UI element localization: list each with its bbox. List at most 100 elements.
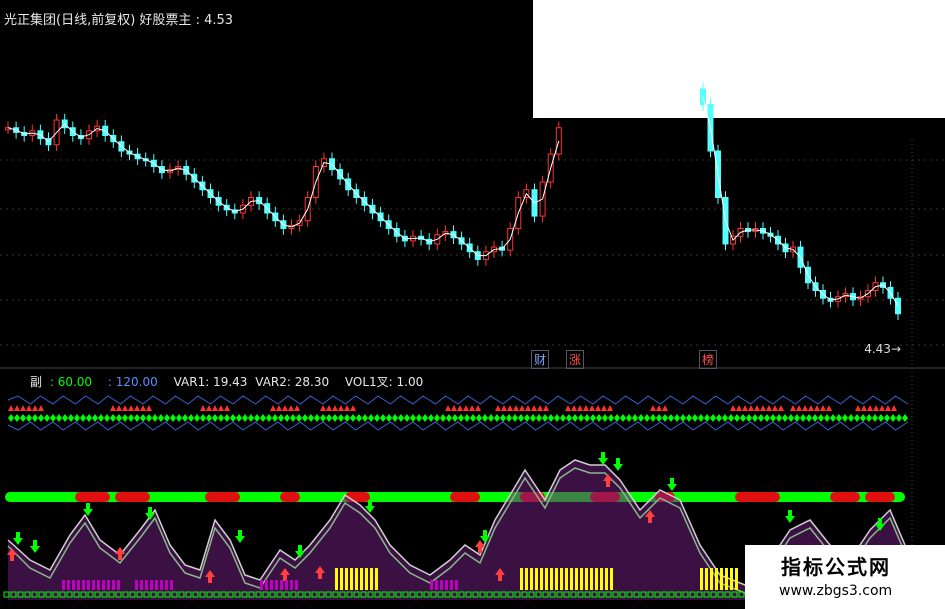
badge-cai[interactable]: 财 bbox=[531, 350, 550, 369]
magenta-bar bbox=[92, 580, 95, 590]
magenta-bar bbox=[440, 580, 443, 590]
yellow-bar bbox=[610, 568, 613, 590]
chart-right-bg bbox=[533, 118, 945, 378]
magenta-bar bbox=[117, 580, 120, 590]
watermark-title: 指标公式网 bbox=[781, 555, 891, 579]
magenta-bar bbox=[107, 580, 110, 590]
yellow-bar bbox=[720, 568, 723, 590]
signal-red-segment bbox=[280, 492, 300, 502]
yellow-bar bbox=[360, 568, 363, 590]
magenta-bar bbox=[150, 580, 153, 590]
indicator-var2: VAR2: 28.30 bbox=[255, 375, 330, 389]
yellow-bar bbox=[375, 568, 378, 590]
magenta-bar bbox=[270, 580, 273, 590]
signal-red-segment bbox=[735, 492, 780, 502]
yellow-bar bbox=[365, 568, 368, 590]
badge-zhang[interactable]: 涨 bbox=[566, 350, 585, 369]
arrow-right-icon: → bbox=[890, 342, 901, 356]
chart-header: 光正集团(日线,前复权) 好股票主 : 4.53 bbox=[4, 13, 234, 28]
magenta-bar bbox=[295, 580, 298, 590]
yellow-bar bbox=[560, 568, 563, 590]
yellow-bar bbox=[735, 568, 738, 590]
yellow-bar bbox=[705, 568, 708, 590]
yellow-bar bbox=[580, 568, 583, 590]
yellow-bar bbox=[525, 568, 528, 590]
magenta-bar bbox=[67, 580, 70, 590]
yellow-bar bbox=[700, 568, 703, 590]
magenta-bar bbox=[155, 580, 158, 590]
yellow-bar bbox=[355, 568, 358, 590]
magenta-bar bbox=[265, 580, 268, 590]
chart-canvas bbox=[0, 0, 945, 609]
yellow-bar bbox=[555, 568, 558, 590]
indicator-p1: : 60.00 bbox=[49, 375, 93, 389]
yellow-bar bbox=[605, 568, 608, 590]
magenta-bar bbox=[435, 580, 438, 590]
indicator-var1: VAR1: 19.43 bbox=[173, 375, 248, 389]
yellow-bar bbox=[570, 568, 573, 590]
magenta-bar bbox=[430, 580, 433, 590]
yellow-bar bbox=[520, 568, 523, 590]
yellow-bar bbox=[535, 568, 538, 590]
yellow-bar bbox=[340, 568, 343, 590]
signal-red-segment bbox=[865, 492, 895, 502]
indicator-name: 好股票主 bbox=[139, 13, 192, 28]
magenta-bar bbox=[280, 580, 283, 590]
yellow-bar bbox=[540, 568, 543, 590]
magenta-bar bbox=[445, 580, 448, 590]
signal-red-segment bbox=[115, 492, 150, 502]
magenta-bar bbox=[72, 580, 75, 590]
yellow-bar bbox=[550, 568, 553, 590]
magenta-bar bbox=[112, 580, 115, 590]
yellow-bar bbox=[590, 568, 593, 590]
magenta-bar bbox=[77, 580, 80, 590]
yellow-bar bbox=[585, 568, 588, 590]
magenta-bar bbox=[275, 580, 278, 590]
magenta-bar bbox=[165, 580, 168, 590]
last-price-tag: 4.43→ bbox=[864, 342, 901, 356]
magenta-bar bbox=[97, 580, 100, 590]
indicator-vol: VOL1叉: 1.00 bbox=[344, 375, 424, 389]
magenta-bar bbox=[145, 580, 148, 590]
magenta-bar bbox=[170, 580, 173, 590]
yellow-bar bbox=[335, 568, 338, 590]
magenta-bar bbox=[102, 580, 105, 590]
stock-title: 光正集团(日线,前复权) bbox=[4, 13, 136, 28]
yellow-bar bbox=[530, 568, 533, 590]
yellow-bar bbox=[725, 568, 728, 590]
yellow-bar bbox=[565, 568, 568, 590]
yellow-bar bbox=[545, 568, 548, 590]
signal-red-segment bbox=[830, 492, 860, 502]
magenta-bar bbox=[285, 580, 288, 590]
signal-red-segment bbox=[450, 492, 480, 502]
badge-bang[interactable]: 榜 bbox=[699, 350, 718, 369]
yellow-bar bbox=[370, 568, 373, 590]
yellow-bar bbox=[710, 568, 713, 590]
magenta-bar bbox=[160, 580, 163, 590]
chart-window: 光正集团(日线,前复权) 好股票主 : 4.53 财 涨 榜 4.43→ 副 :… bbox=[0, 0, 945, 609]
yellow-bar bbox=[730, 568, 733, 590]
magenta-bar bbox=[450, 580, 453, 590]
last-price-value: 4.43 bbox=[864, 342, 891, 356]
top-right-white-area bbox=[533, 0, 945, 118]
magenta-bar bbox=[260, 580, 263, 590]
magenta-bar bbox=[62, 580, 65, 590]
magenta-bar bbox=[82, 580, 85, 590]
magenta-bar bbox=[455, 580, 458, 590]
signal-red-segment bbox=[75, 492, 110, 502]
watermark-url: www.zbgs3.com bbox=[779, 583, 893, 599]
watermark: 指标公式网 www.zbgs3.com bbox=[745, 545, 945, 609]
indicator-p2: : 120.00 bbox=[107, 375, 158, 389]
magenta-bar bbox=[290, 580, 293, 590]
yellow-bar bbox=[595, 568, 598, 590]
yellow-bar bbox=[715, 568, 718, 590]
yellow-bar bbox=[350, 568, 353, 590]
yellow-bar bbox=[575, 568, 578, 590]
magenta-bar bbox=[140, 580, 143, 590]
signal-red-segment bbox=[205, 492, 240, 502]
magenta-bar bbox=[135, 580, 138, 590]
indicator-value: 4.53 bbox=[204, 13, 234, 28]
magenta-bar bbox=[87, 580, 90, 590]
indicator-bar: 副 : 60.00 : 120.00 VAR1: 19.43 VAR2: 28.… bbox=[30, 373, 435, 390]
yellow-bar bbox=[600, 568, 603, 590]
